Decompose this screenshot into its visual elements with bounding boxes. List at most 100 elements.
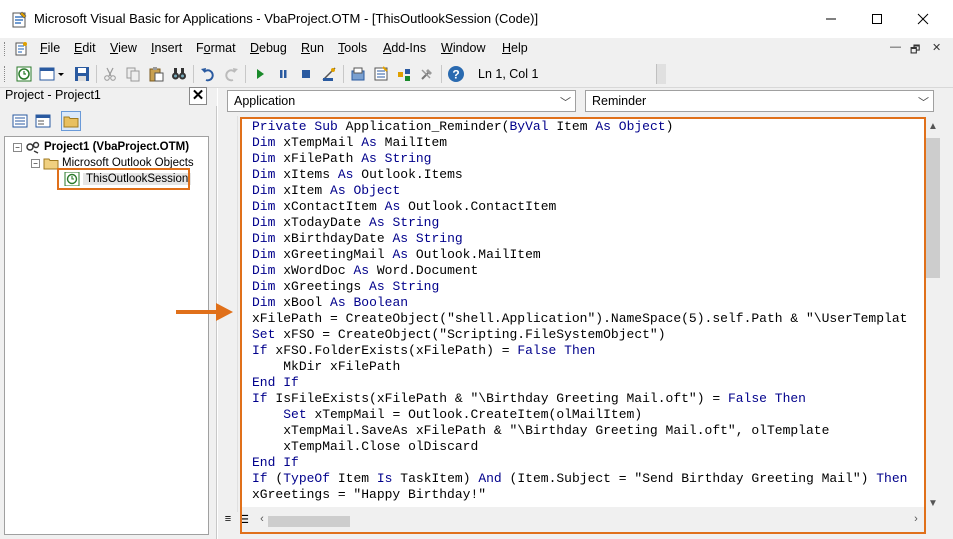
tree-node-project[interactable]: − Project1 (VbaProject.OTM) [13, 140, 189, 154]
view-code-button[interactable] [10, 111, 30, 131]
code-line[interactable]: Dim xGreetingMail As Outlook.MailItem [252, 247, 907, 263]
procedure-combo-value: Reminder [592, 94, 647, 108]
view-object-icon [35, 114, 51, 128]
code-line[interactable]: xTempMail.SaveAs xFilePath & "\Birthday … [252, 423, 907, 439]
code-line[interactable]: Set xTempMail = Outlook.CreateItem(olMai… [252, 407, 907, 423]
paste-button[interactable] [146, 64, 166, 84]
toolbar-separator [441, 65, 442, 83]
vertical-scrollbar[interactable]: ▲ ▼ [924, 118, 942, 512]
mdi-close-icon[interactable]: ✕ [932, 41, 941, 54]
scroll-down-icon[interactable]: ▼ [924, 495, 942, 512]
reset-button[interactable] [296, 64, 316, 84]
mdi-minimize-icon[interactable]: — [890, 41, 901, 53]
code-editor[interactable]: Private Sub Application_Reminder(ByVal I… [240, 118, 925, 507]
toggle-folders-button[interactable] [61, 111, 81, 131]
menu-tools[interactable]: Tools [338, 41, 367, 55]
code-line[interactable]: Dim xItem As Object [252, 183, 907, 199]
object-browser-button[interactable] [394, 64, 414, 84]
vba-app-icon [12, 11, 27, 28]
object-browser-icon [398, 69, 410, 81]
code-line[interactable]: Dim xGreetings As String [252, 279, 907, 295]
code-line[interactable]: Dim xWordDoc As Word.Document [252, 263, 907, 279]
cut-icon [104, 67, 116, 81]
minimize-button[interactable] [808, 0, 854, 38]
menu-insert[interactable]: Insert [151, 41, 182, 55]
code-text[interactable]: Private Sub Application_Reminder(ByVal I… [252, 119, 907, 503]
code-line[interactable]: xGreetings = "Happy Birthday!" [252, 487, 907, 503]
break-button[interactable] [273, 64, 293, 84]
document-module-icon[interactable] [13, 41, 29, 57]
find-button[interactable] [169, 64, 189, 84]
code-line[interactable]: End If [252, 375, 907, 391]
properties-icon [374, 66, 388, 81]
chevron-down-icon[interactable]: ﹀ [560, 94, 571, 110]
full-module-view-icon[interactable]: ☰ [236, 513, 252, 529]
menu-format[interactable]: Format [196, 41, 236, 55]
horizontal-scroll-thumb[interactable] [268, 516, 350, 527]
window-title: Microsoft Visual Basic for Applications … [34, 11, 539, 26]
toolbar-separator [343, 65, 344, 83]
code-line[interactable]: Dim xContactItem As Outlook.ContactItem [252, 199, 907, 215]
design-mode-button[interactable] [319, 64, 339, 84]
project-explorer-button[interactable] [348, 64, 368, 84]
code-line[interactable]: Dim xItems As Outlook.Items [252, 167, 907, 183]
collapse-icon[interactable]: − [31, 158, 40, 168]
menu-view[interactable]: View [110, 41, 137, 55]
scroll-up-icon[interactable]: ▲ [924, 118, 942, 135]
view-outlook-button[interactable] [14, 64, 34, 84]
horizontal-scrollbar[interactable]: ≡ ☰ ‹ › [218, 512, 953, 530]
code-line[interactable]: Dim xBirthdayDate As String [252, 231, 907, 247]
code-line[interactable]: xTempMail.Close olDiscard [252, 439, 907, 455]
collapse-icon[interactable]: − [13, 142, 22, 152]
procedure-combo[interactable]: Reminder ﹀ [585, 90, 934, 112]
toolbar-separator [245, 65, 246, 83]
toolbar-grip[interactable] [4, 66, 7, 82]
redo-button[interactable] [221, 64, 241, 84]
cut-button[interactable] [100, 64, 120, 84]
toolbox-button[interactable] [417, 64, 437, 84]
object-combo[interactable]: Application ﹀ [227, 90, 576, 112]
menu-add-ins[interactable]: Add-Ins [383, 41, 426, 55]
toolbox-icon [421, 69, 432, 80]
paste-icon [149, 67, 164, 82]
maximize-button[interactable] [854, 0, 900, 38]
run-button[interactable] [250, 64, 270, 84]
view-object-button[interactable] [33, 111, 53, 131]
properties-window-button[interactable] [371, 64, 391, 84]
procedure-view-icon[interactable]: ≡ [220, 513, 236, 529]
code-line[interactable]: MkDir xFilePath [252, 359, 907, 375]
code-line[interactable]: Dim xBool As Boolean [252, 295, 907, 311]
code-line[interactable]: End If [252, 455, 907, 471]
close-button[interactable] [900, 0, 946, 38]
menu-edit[interactable]: Edit [74, 41, 96, 55]
insert-userform-button[interactable] [38, 64, 66, 84]
menu-debug[interactable]: Debug [250, 41, 287, 55]
code-line[interactable]: If xFSO.FolderExists(xFilePath) = False … [252, 343, 907, 359]
code-line[interactable]: If (TypeOf Item Is TaskItem) And (Item.S… [252, 471, 907, 487]
menu-window[interactable]: Window [441, 41, 485, 55]
code-line[interactable]: xFilePath = CreateObject("shell.Applicat… [252, 311, 907, 327]
toolbar-separator [96, 65, 97, 83]
menu-grip[interactable] [4, 42, 7, 56]
pause-icon [280, 70, 287, 78]
code-line[interactable]: Dim xTempMail As MailItem [252, 135, 907, 151]
project-panel-close-icon[interactable]: ✕ [189, 87, 207, 105]
help-button[interactable]: ? [446, 64, 466, 84]
menu-help[interactable]: Help [502, 41, 528, 55]
mdi-restore-icon[interactable]: 🗗 [910, 41, 920, 60]
undo-button[interactable] [198, 64, 218, 84]
code-line[interactable]: Dim xFilePath As String [252, 151, 907, 167]
menu-file[interactable]: File [40, 41, 60, 55]
vertical-scroll-thumb[interactable] [926, 138, 940, 278]
scroll-right-icon[interactable]: › [908, 513, 924, 529]
chevron-down-icon[interactable]: ﹀ [918, 94, 929, 110]
save-button[interactable] [72, 64, 92, 84]
code-line[interactable]: If IsFileExists(xFilePath & "\Birthday G… [252, 391, 907, 407]
code-line[interactable]: Private Sub Application_Reminder(ByVal I… [252, 119, 907, 135]
project-tree: − Project1 (VbaProject.OTM) − Microsoft … [4, 136, 209, 535]
copy-button[interactable] [123, 64, 143, 84]
code-line[interactable]: Set xFSO = CreateObject("Scripting.FileS… [252, 327, 907, 343]
menu-run[interactable]: Run [301, 41, 324, 55]
toolbar-options-icon[interactable] [656, 64, 666, 84]
code-line[interactable]: Dim xTodayDate As String [252, 215, 907, 231]
